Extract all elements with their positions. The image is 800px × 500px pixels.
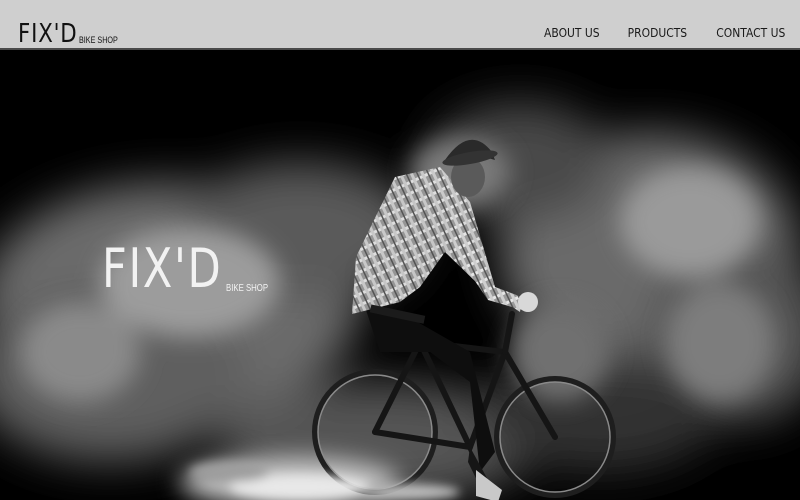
logo-wordmark: FIX'D (18, 19, 78, 49)
site-logo[interactable]: FIX'D BIKE SHOP (18, 15, 127, 47)
logo-subtitle: BIKE SHOP (78, 35, 118, 45)
main-nav: ABOUT US PRODUCTS CONTACT US (517, 25, 785, 40)
nav-contact-us[interactable]: CONTACT US (716, 25, 785, 40)
hero-banner: FIX'D BIKE SHOP (0, 52, 800, 500)
nav-products[interactable]: PRODUCTS (627, 25, 686, 40)
hero-logo-wordmark: FIX'D (102, 237, 223, 300)
nav-about-us[interactable]: ABOUT US (544, 25, 600, 40)
site-header: FIX'D BIKE SHOP ABOUT US PRODUCTS CONTAC… (0, 0, 800, 50)
hero-logo-subtitle: BIKE SHOP (226, 283, 269, 294)
hero-logo: FIX'D BIKE SHOP (102, 242, 280, 296)
